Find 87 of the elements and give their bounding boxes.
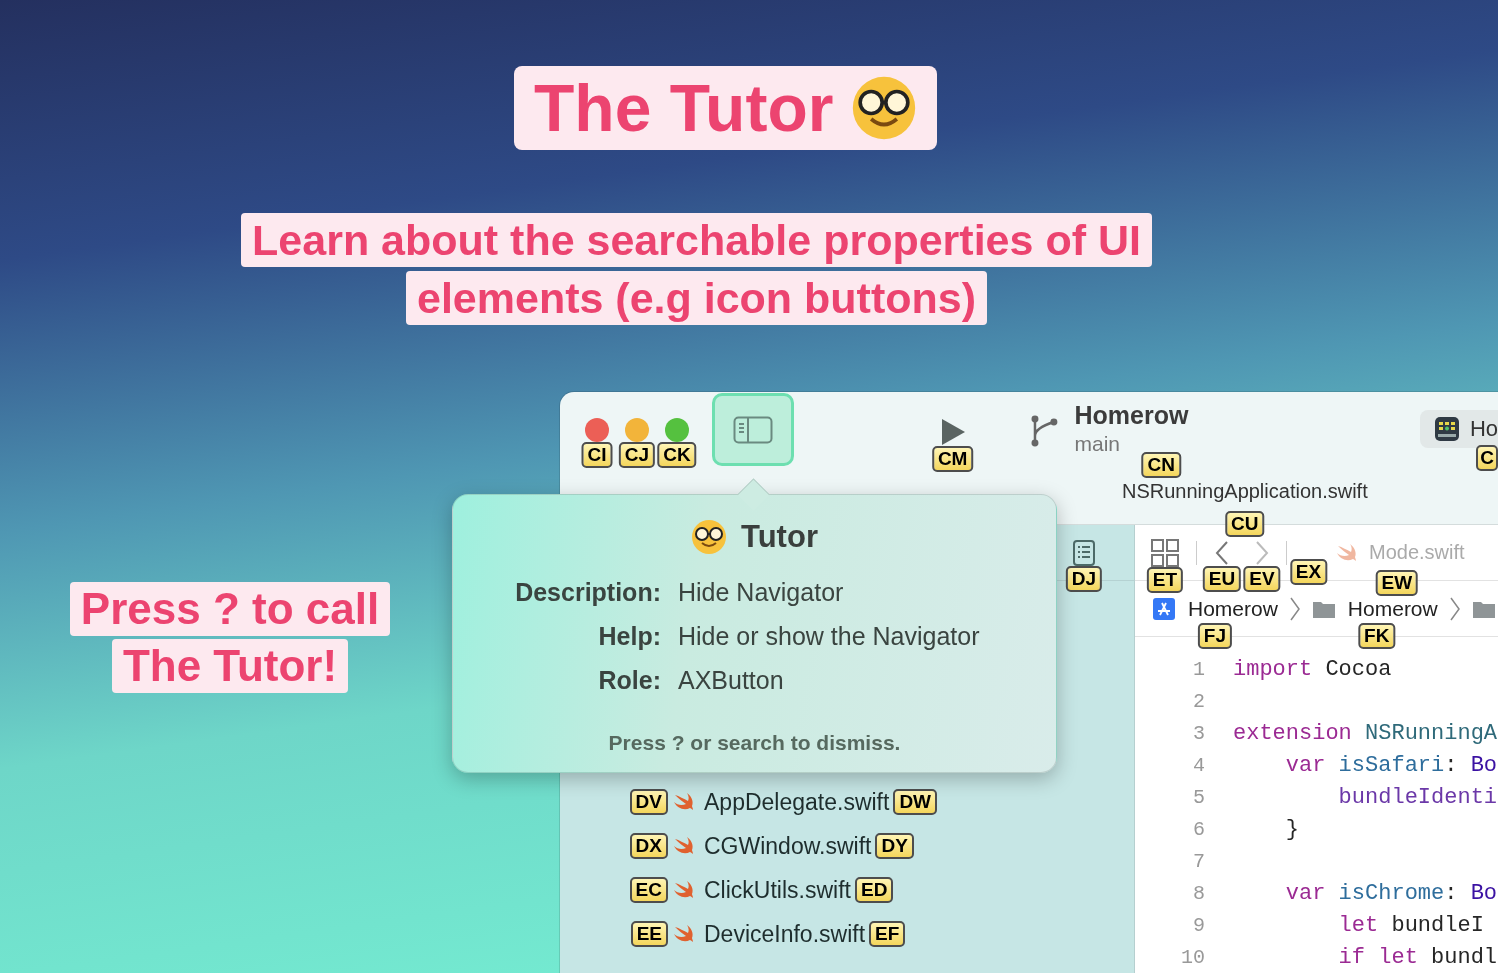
window-subtitle: NSRunningApplication.swift (1122, 479, 1368, 503)
grid-icon[interactable] (1151, 538, 1179, 567)
line-number: 6 (1192, 817, 1205, 841)
swift-icon (672, 835, 694, 857)
line-number: 5 (1192, 785, 1205, 809)
sidebar-icon (732, 415, 773, 444)
swift-icon (1335, 541, 1357, 564)
breadcrumb-item[interactable]: Homerow (1188, 596, 1278, 621)
callout-text: Press ? to call (69, 582, 391, 636)
hint-label: CN (1141, 452, 1181, 478)
hint-label: EX (1289, 558, 1328, 585)
glasses-emoji-icon (691, 519, 728, 555)
property-label: Help: (597, 621, 661, 651)
hint-label: ET (1146, 566, 1184, 593)
hint-label: EW (1375, 570, 1419, 596)
hint-label: DX (629, 833, 668, 859)
code-line: import Cocoa (1233, 656, 1392, 682)
chevron-icon (1289, 596, 1300, 621)
hint-label: DW (893, 789, 938, 815)
property-value: Hide Navigator (678, 577, 845, 607)
branch-icon (1029, 414, 1058, 448)
hint-label: CK (657, 442, 697, 468)
code-line: var isChrome: Bo (1284, 880, 1498, 906)
hint-label: DY (875, 833, 914, 859)
back-icon[interactable] (1215, 539, 1229, 566)
project-name: Homerow (1074, 400, 1190, 430)
file-name[interactable]: ClickUtils.swift (704, 876, 851, 904)
line-number: 3 (1192, 721, 1205, 745)
hint-label: FJ (1197, 622, 1232, 649)
line-number: 4 (1192, 753, 1205, 777)
property-value: AXButton (678, 665, 785, 695)
hint-label: CI (581, 442, 613, 468)
forward-icon[interactable] (1255, 539, 1269, 566)
callout-text: The Tutor! (111, 639, 349, 693)
scheme-selector[interactable]: Ho (1419, 410, 1498, 448)
dismiss-hint: Press ? or search to dismiss. (608, 731, 901, 755)
popover-title: Tutor (741, 519, 818, 555)
hint-label: EE (630, 921, 668, 947)
property-label: Description: (514, 577, 661, 607)
hint-label: EU (1202, 565, 1242, 592)
swift-icon (672, 923, 694, 945)
list-icon[interactable] (1073, 539, 1095, 566)
line-number: 10 (1180, 945, 1205, 969)
scheme-name: Ho (1469, 416, 1498, 442)
run-icon[interactable] (939, 418, 966, 446)
property-value: Hide or show the Navigator (678, 621, 980, 651)
window-zoom-button[interactable] (665, 418, 689, 442)
chevron-icon (1449, 596, 1460, 621)
window-minimize-button[interactable] (625, 418, 649, 442)
code-line: bundleIdenti (1337, 784, 1498, 810)
headline-title: The Tutor (534, 70, 834, 146)
glasses-emoji-icon (851, 75, 918, 141)
code-line: let bundleI (1337, 912, 1484, 938)
code-line: } (1284, 816, 1299, 842)
file-name[interactable]: CGWindow.swift (704, 832, 872, 860)
property-label: Role: (597, 665, 661, 695)
hint-label: CU (1225, 510, 1265, 537)
hint-label: EV (1243, 565, 1281, 592)
window-close-button[interactable] (585, 418, 609, 442)
file-name[interactable]: AppDelegate.swift (704, 788, 890, 816)
line-number: 1 (1192, 657, 1205, 681)
line-number: 7 (1192, 849, 1205, 873)
sidebar-toggle-button[interactable] (712, 393, 794, 466)
headline-subtitle: Learn about the searchable properties of UI (241, 213, 1152, 267)
line-number: 8 (1192, 881, 1205, 905)
code-line: if let bundl (1337, 944, 1498, 970)
line-number: 2 (1192, 689, 1205, 713)
app-store-icon (1152, 596, 1176, 621)
file-name[interactable]: DeviceInfo.swift (704, 920, 866, 948)
hint-label: CJ (618, 442, 656, 468)
hint-label: C (1476, 445, 1498, 471)
hint-label: EF (869, 921, 906, 947)
code-line: var isSafari: Bo (1284, 752, 1498, 778)
keyboard-app-icon (1433, 416, 1460, 442)
line-number: 9 (1192, 913, 1205, 937)
hint-label: CM (931, 446, 974, 472)
headline-subtitle: elements (e.g icon buttons) (405, 271, 987, 325)
code-line: extension NSRunningA (1233, 720, 1498, 746)
branch-name: main (1074, 431, 1122, 457)
hint-label: DJ (1065, 565, 1103, 592)
hint-label: ED (854, 877, 894, 903)
swift-icon (672, 791, 694, 813)
swift-icon (672, 879, 694, 901)
hint-label: FK (1358, 622, 1396, 649)
breadcrumb-item[interactable]: Homerow (1347, 596, 1438, 621)
hint-label: EC (629, 877, 668, 903)
hint-label: DV (629, 789, 668, 815)
